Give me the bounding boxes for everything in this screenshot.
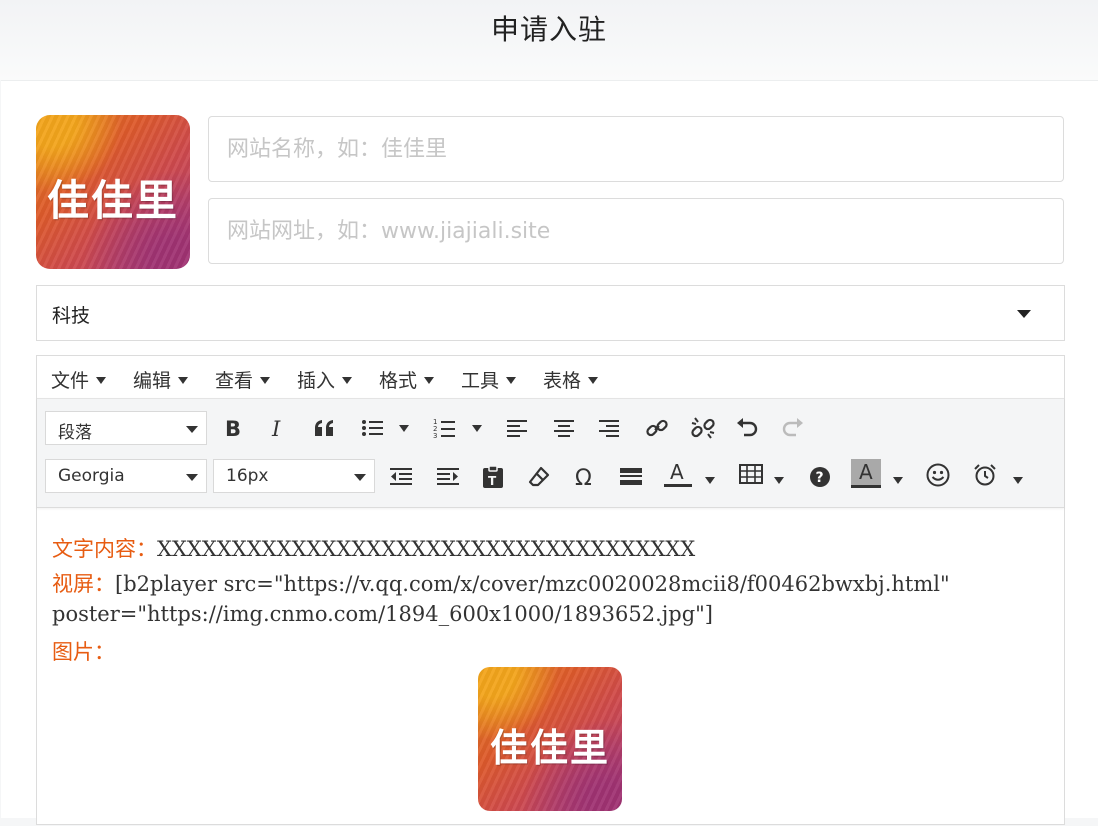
outdent-icon[interactable] <box>385 461 417 493</box>
text-color-icon[interactable]: A <box>662 459 694 491</box>
menu-insert[interactable]: 插入 <box>297 366 353 393</box>
align-right-icon[interactable] <box>593 412 625 444</box>
category-value: 科技 <box>52 305 91 327</box>
image-label: 图片： <box>52 640 115 664</box>
content-image[interactable]: 佳佳里 <box>478 667 622 811</box>
text-content-label: 文字内容： <box>52 537 157 561</box>
page-title: 申请入驻 <box>490 13 607 46</box>
bullet-list-dropdown[interactable] <box>399 425 409 432</box>
editor-content[interactable]: 文字内容：XXXXXXXXXXXXXXXXXXXXXXXXXXXXXXXXXXX… <box>37 506 1064 826</box>
site-logo-upload[interactable]: 佳佳里 <box>36 115 190 269</box>
site-url-input[interactable] <box>209 199 1047 263</box>
align-center-icon[interactable] <box>548 412 580 444</box>
svg-text:?: ? <box>816 470 824 486</box>
menu-format[interactable]: 格式 <box>379 366 435 393</box>
editor-toolbar: 段落 B I 123 Georgia 16px T Ω A ? A <box>37 398 1064 508</box>
svg-text:B: B <box>225 417 241 439</box>
video-label: 视屏： <box>52 572 115 596</box>
svg-text:I: I <box>271 417 281 439</box>
site-name-field <box>208 116 1064 182</box>
bold-icon[interactable]: B <box>217 412 249 444</box>
background-color-icon[interactable]: A <box>850 459 882 491</box>
svg-text:T: T <box>488 474 497 488</box>
video-line: 视屏：[b2player src="https://v.qq.com/x/cov… <box>52 568 950 598</box>
table-icon[interactable] <box>735 459 767 491</box>
page-header: 申请入驻 <box>0 0 1098 80</box>
font-size-select[interactable]: 16px <box>213 459 375 493</box>
paste-text-icon[interactable]: T <box>477 461 509 493</box>
undo-icon[interactable] <box>731 412 763 444</box>
text-color-dropdown[interactable] <box>705 477 715 484</box>
menu-tools[interactable]: 工具 <box>461 366 517 393</box>
alarm-dropdown[interactable] <box>1013 477 1023 484</box>
font-family-select[interactable]: Georgia <box>45 459 207 493</box>
category-select[interactable]: 科技 <box>36 285 1065 341</box>
menu-file[interactable]: 文件 <box>51 366 107 393</box>
menu-view[interactable]: 查看 <box>215 366 271 393</box>
bullet-list-icon[interactable] <box>357 412 389 444</box>
svg-text:A: A <box>859 460 873 484</box>
alarm-icon[interactable] <box>969 459 1001 491</box>
svg-text:Ω: Ω <box>575 466 592 488</box>
background-color-dropdown[interactable] <box>893 477 903 484</box>
unlink-icon[interactable] <box>687 412 719 444</box>
svg-text:3: 3 <box>433 432 437 439</box>
special-char-icon[interactable]: Ω <box>569 461 601 493</box>
chevron-down-icon <box>186 426 198 433</box>
chevron-down-icon <box>354 474 366 481</box>
rich-text-editor: 文件 编辑 查看 插入 格式 工具 表格 段落 B I 123 Georgia … <box>36 355 1065 825</box>
clear-format-icon[interactable] <box>523 461 555 493</box>
site-name-input[interactable] <box>209 117 1047 181</box>
horizontal-rule-icon[interactable] <box>615 461 647 493</box>
help-icon[interactable]: ? <box>804 461 836 493</box>
redo-icon[interactable] <box>777 412 809 444</box>
menu-edit[interactable]: 编辑 <box>133 366 189 393</box>
align-left-icon[interactable] <box>501 412 533 444</box>
blockquote-icon[interactable] <box>309 412 341 444</box>
emoticons-icon[interactable] <box>922 459 954 491</box>
table-dropdown[interactable] <box>774 477 784 484</box>
indent-icon[interactable] <box>432 461 464 493</box>
video-shortcode-line1: [b2player src="https://v.qq.com/x/cover/… <box>115 572 950 596</box>
numbered-list-dropdown[interactable] <box>472 425 482 432</box>
numbered-list-icon[interactable]: 123 <box>429 412 461 444</box>
text-content-value: XXXXXXXXXXXXXXXXXXXXXXXXXXXXXXXXXXXX <box>157 537 696 561</box>
menu-table[interactable]: 表格 <box>543 366 599 393</box>
text-content-line: 文字内容：XXXXXXXXXXXXXXXXXXXXXXXXXXXXXXXXXXX… <box>52 533 695 563</box>
chevron-down-icon <box>1017 310 1031 318</box>
logo-text: 佳佳里 <box>46 176 179 225</box>
svg-text:A: A <box>670 460 684 484</box>
chevron-down-icon <box>186 474 198 481</box>
editor-menubar: 文件 编辑 查看 插入 格式 工具 表格 <box>37 356 1064 398</box>
video-shortcode-line2: poster="https://img.cnmo.com/1894_600x10… <box>52 602 713 626</box>
italic-icon[interactable]: I <box>262 412 294 444</box>
link-icon[interactable] <box>641 412 673 444</box>
content-image-text: 佳佳里 <box>489 725 610 770</box>
site-url-field <box>208 198 1064 264</box>
block-format-select[interactable]: 段落 <box>45 411 207 445</box>
